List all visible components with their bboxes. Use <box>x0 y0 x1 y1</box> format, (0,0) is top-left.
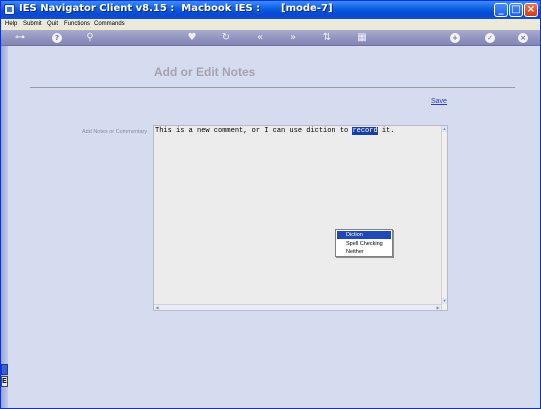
scroll-left-icon[interactable]: ◀ <box>154 305 160 310</box>
minimize-button[interactable]: _ <box>494 3 508 17</box>
sidebar-doc-icon[interactable]: E <box>1 376 8 387</box>
confirm-icon[interactable]: ✓ <box>485 33 495 43</box>
app-icon <box>4 4 15 15</box>
menu-submit[interactable]: Submit <box>23 19 42 30</box>
menu-item-diction[interactable]: Diction <box>337 231 391 239</box>
selected-word[interactable]: record <box>352 127 378 135</box>
menu-bar: Help Submit Quit Functions Commands <box>1 19 540 30</box>
refresh-icon[interactable]: ↻ <box>220 31 232 45</box>
menu-item-spell-checking[interactable]: Spell Checking <box>337 240 391 248</box>
vertical-scrollbar[interactable]: ▲ ▼ <box>441 126 447 310</box>
help-icon[interactable]: ? <box>52 33 62 43</box>
window-title: IES Navigator Client v8.15 : Macbook IES… <box>19 3 333 14</box>
menu-functions[interactable]: Functions <box>64 19 90 30</box>
divider <box>30 87 515 88</box>
page-title: Add or Edit Notes <box>154 65 256 79</box>
forward-icon[interactable]: » <box>287 31 299 45</box>
menu-help[interactable]: Help <box>5 19 17 30</box>
sort-icon[interactable]: ⇅ <box>321 31 333 45</box>
left-sidebar: E <box>1 46 8 408</box>
notes-field-label: Add Notes or Commentary <box>82 129 148 135</box>
app-window: IES Navigator Client v8.15 : Macbook IES… <box>0 0 541 409</box>
back-icon[interactable]: « <box>254 31 266 45</box>
search-icon[interactable]: ⚲ <box>85 31 95 45</box>
notes-text-before: This is a new comment, or I can use dict… <box>155 127 353 135</box>
notes-textarea[interactable]: This is a new comment, or I can use dict… <box>153 125 448 311</box>
sidebar-tab-icon[interactable] <box>1 364 8 375</box>
save-link[interactable]: Save <box>431 98 447 105</box>
toolbar: ⊶ ? ⚲ ♥ ↻ « » ⇅ ▦ + ✓ × <box>1 30 540 46</box>
menu-quit[interactable]: Quit <box>47 19 58 30</box>
menu-commands[interactable]: Commands <box>94 19 125 30</box>
context-menu: Diction Spell Checking Neither <box>335 229 393 257</box>
notes-text-after: it. <box>377 127 395 135</box>
close-button[interactable]: × <box>524 3 538 17</box>
cancel-icon[interactable]: × <box>518 33 528 43</box>
grid-icon[interactable]: ▦ <box>356 31 368 45</box>
key-icon[interactable]: ⊶ <box>9 31 31 45</box>
notes-text[interactable]: This is a new comment, or I can use dict… <box>155 127 394 136</box>
title-bar: IES Navigator Client v8.15 : Macbook IES… <box>1 1 540 19</box>
heart-icon[interactable]: ♥ <box>186 31 198 45</box>
scroll-right-icon[interactable]: ▶ <box>435 305 441 310</box>
maximize-button[interactable]: □ <box>509 3 523 17</box>
scroll-down-icon[interactable]: ▼ <box>442 298 447 304</box>
menu-item-neither[interactable]: Neither <box>337 248 391 256</box>
main-content: Add or Edit Notes Save Add Notes or Comm… <box>8 46 540 408</box>
add-icon[interactable]: + <box>450 33 460 43</box>
horizontal-scrollbar[interactable]: ◀ ▶ <box>154 304 441 310</box>
scroll-up-icon[interactable]: ▲ <box>442 126 447 132</box>
